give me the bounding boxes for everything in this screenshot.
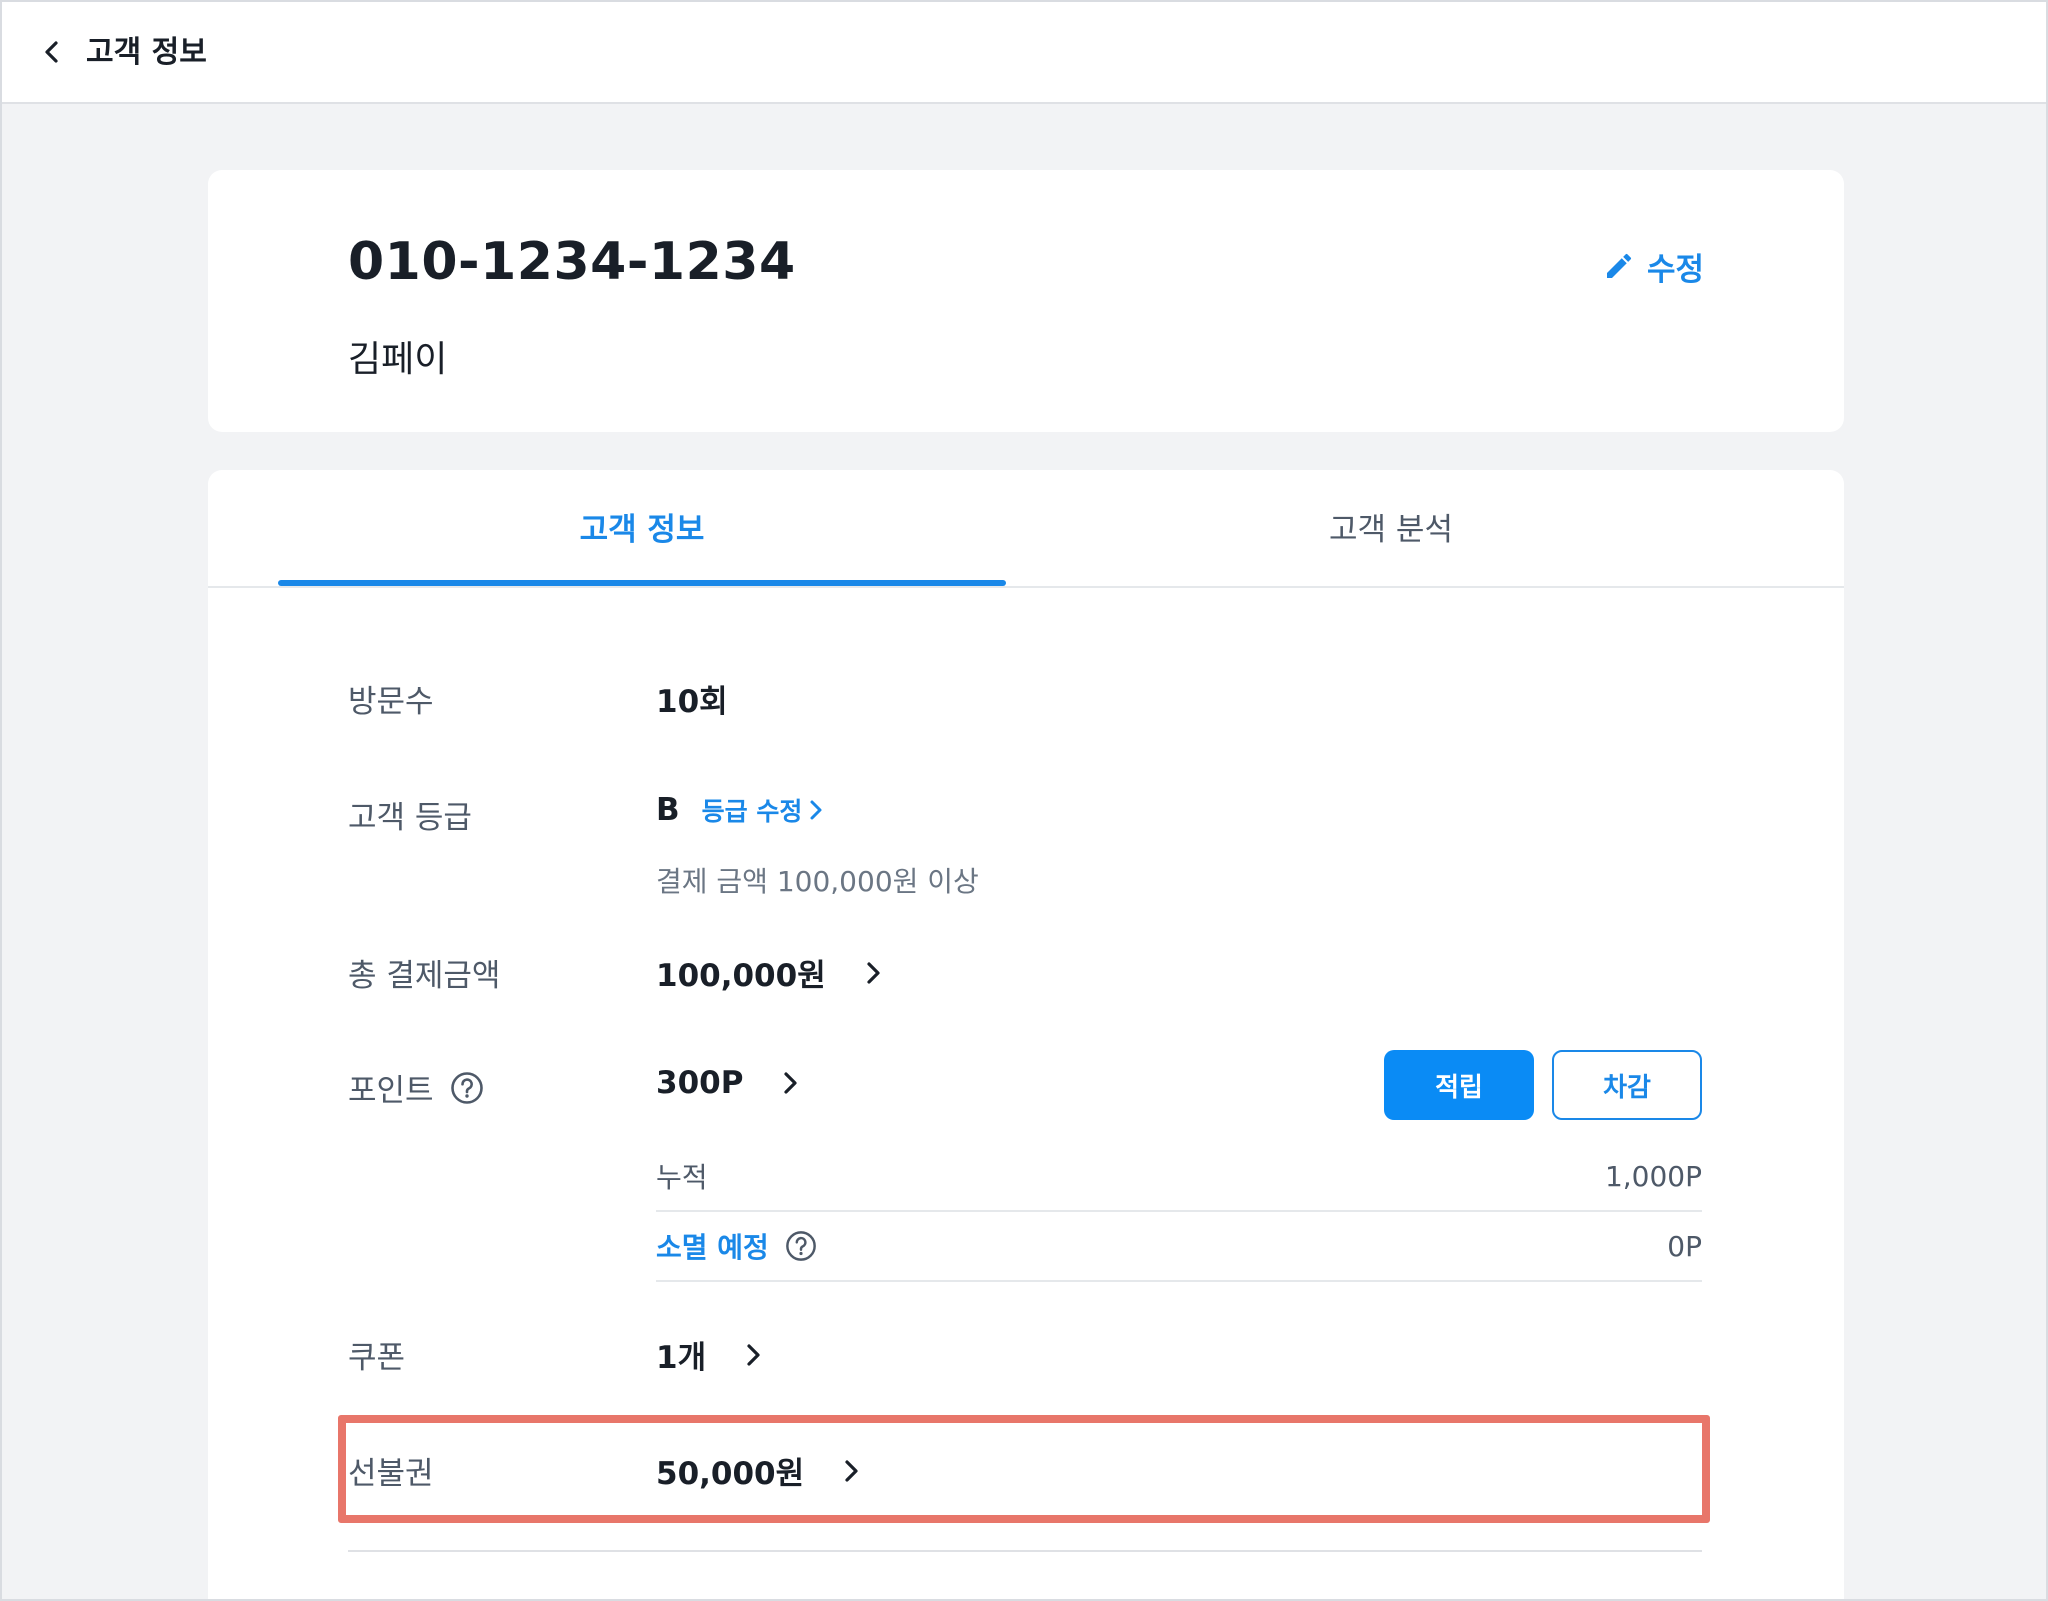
grade-edit-link[interactable]: 등급 수정 bbox=[702, 792, 825, 828]
points-help-icon[interactable] bbox=[450, 1071, 484, 1105]
coupon-label: 쿠폰 bbox=[348, 1340, 406, 1376]
points-expiring-row: 소멸 예정 0P bbox=[656, 1212, 1702, 1282]
accumulated-label: 누적 bbox=[656, 1161, 708, 1194]
points-row: 300P bbox=[656, 1065, 799, 1101]
tab-active-indicator bbox=[278, 580, 1006, 586]
pencil-icon bbox=[1606, 253, 1631, 278]
customer-detail-card: 고객 정보 고객 분석 방문수 10회 고객 등급 B 등급 수정 결제 금액 … bbox=[208, 470, 1844, 1599]
total-payment-chevron[interactable] bbox=[864, 960, 882, 986]
tab-bar: 고객 정보 고객 분석 bbox=[208, 470, 1844, 588]
customer-phone: 010-1234-1234 bbox=[348, 232, 796, 292]
expiring-value: 0P bbox=[1667, 1229, 1702, 1263]
grade-label: 고객 등급 bbox=[348, 800, 472, 836]
chevron-right-icon bbox=[845, 1459, 858, 1482]
grade-edit-label: 등급 수정 bbox=[701, 797, 803, 826]
coupon-row: 1개 bbox=[656, 1332, 762, 1377]
back-button[interactable] bbox=[32, 32, 72, 72]
edit-customer-button[interactable]: 수정 bbox=[1603, 244, 1704, 288]
page-title: 고객 정보 bbox=[86, 35, 207, 70]
chevron-right-icon bbox=[784, 1072, 798, 1094]
expiring-label: 소멸 예정 bbox=[656, 1231, 769, 1264]
chevron-left-icon bbox=[45, 41, 58, 63]
visits-value: 10회 bbox=[656, 684, 728, 720]
chevron-right-icon bbox=[810, 800, 822, 820]
tab-customer-analysis[interactable]: 고객 분석 bbox=[1008, 470, 1774, 588]
prepaid-row: 50,000원 bbox=[656, 1448, 860, 1493]
points-chevron[interactable] bbox=[781, 1070, 799, 1096]
prepaid-chevron[interactable] bbox=[842, 1458, 860, 1484]
tab-customer-info[interactable]: 고객 정보 bbox=[278, 470, 1006, 588]
divider bbox=[348, 1550, 1702, 1552]
visits-label: 방문수 bbox=[348, 684, 434, 720]
points-label-row: 포인트 bbox=[348, 1065, 484, 1110]
top-bar: 고객 정보 bbox=[2, 2, 2046, 104]
edit-label: 수정 bbox=[1646, 251, 1704, 288]
expiring-help-icon[interactable] bbox=[785, 1230, 817, 1262]
coupon-chevron[interactable] bbox=[744, 1342, 762, 1368]
deduct-points-button[interactable]: 차감 bbox=[1552, 1050, 1702, 1120]
app-window: 고객 정보 010-1234-1234 김페이 수정 고객 정보 고객 분석 방… bbox=[0, 0, 2048, 1601]
customer-name: 김페이 bbox=[348, 339, 448, 380]
expiring-label-group[interactable]: 소멸 예정 bbox=[656, 1226, 817, 1266]
chevron-right-icon bbox=[867, 961, 880, 984]
points-accumulated-row: 누적 1,000P bbox=[656, 1142, 1702, 1212]
grade-note: 결제 금액 100,000원 이상 bbox=[656, 865, 979, 898]
total-payment-row: 100,000원 bbox=[656, 950, 882, 995]
points-value: 300P bbox=[656, 1065, 744, 1101]
question-circle-icon bbox=[785, 1231, 816, 1261]
grade-row: B 등급 수정 bbox=[656, 792, 824, 828]
question-circle-icon bbox=[450, 1071, 483, 1104]
grade-value: B bbox=[656, 792, 680, 828]
total-payment-value: 100,000원 bbox=[656, 958, 826, 994]
earn-points-button[interactable]: 적립 bbox=[1384, 1050, 1534, 1120]
coupon-value: 1개 bbox=[656, 1340, 707, 1376]
customer-header-card: 010-1234-1234 김페이 수정 bbox=[208, 170, 1844, 432]
prepaid-label: 선불권 bbox=[348, 1456, 434, 1492]
accumulated-value: 1,000P bbox=[1604, 1159, 1702, 1193]
total-payment-label: 총 결제금액 bbox=[348, 958, 501, 994]
chevron-right-icon bbox=[747, 1343, 760, 1366]
prepaid-value: 50,000원 bbox=[656, 1456, 805, 1492]
points-label: 포인트 bbox=[348, 1073, 434, 1109]
prepaid-highlight-box bbox=[338, 1415, 1710, 1523]
